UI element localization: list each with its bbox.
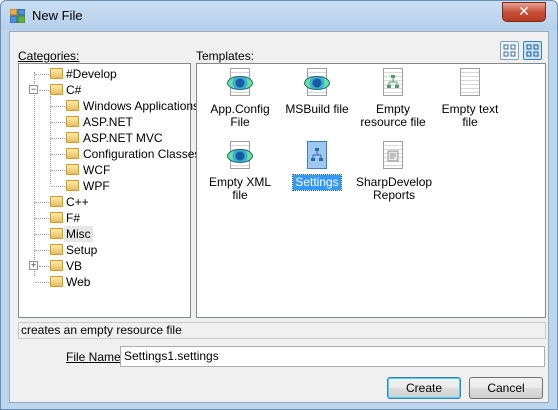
tree-item-label: Setup xyxy=(66,243,98,257)
expand-icon[interactable]: + xyxy=(29,261,38,270)
tree-item-label: WPF xyxy=(83,179,110,193)
template-empty-resource-file[interactable]: Empty resource file xyxy=(354,67,432,130)
title-bar[interactable]: New File ✕ xyxy=(1,1,557,30)
template-settings[interactable]: Settings xyxy=(278,140,356,191)
cancel-button[interactable]: Cancel xyxy=(469,377,543,399)
template-app-config-file[interactable]: App.Config File xyxy=(201,67,279,130)
tree-item-wcf[interactable]: WCF xyxy=(19,162,189,178)
template-msbuild-file[interactable]: MSBuild file xyxy=(278,67,356,117)
open-folder-icon xyxy=(50,228,63,239)
settings-file-icon xyxy=(301,140,333,172)
categories-tree[interactable]: #Develop − C# Windows Applications ASP.N… xyxy=(18,63,200,318)
template-label: Empty text file xyxy=(441,102,499,129)
xml-eye-icon xyxy=(301,67,333,99)
folder-icon xyxy=(50,196,63,207)
tree-item-label: Configuration Classes xyxy=(83,147,201,161)
tree-item-web[interactable]: Web xyxy=(19,274,189,290)
template-label: SharpDevelop Reports xyxy=(356,175,433,202)
template-label: Settings xyxy=(292,174,342,191)
tree-item-label: ASP.NET xyxy=(83,115,133,129)
small-icons-view-button[interactable] xyxy=(523,41,542,60)
folder-icon xyxy=(66,164,79,175)
folder-icon xyxy=(66,132,79,143)
folder-icon xyxy=(66,180,79,191)
close-button[interactable]: ✕ xyxy=(502,2,546,22)
tree-item-label: Misc xyxy=(64,226,93,242)
tree-item-label: C++ xyxy=(66,195,89,209)
new-file-dialog: New File ✕ Categories: Templates: #Devel… xyxy=(0,0,558,410)
collapse-icon[interactable]: − xyxy=(29,85,38,94)
tree-item-label: ASP.NET MVC xyxy=(83,131,163,145)
tree-item-label: VB xyxy=(66,259,83,273)
folder-icon xyxy=(66,148,79,159)
tree-item-label: WCF xyxy=(83,163,111,177)
dialog-client-area: Categories: Templates: #Develop − C# Win… xyxy=(9,31,549,403)
open-folder-icon xyxy=(50,84,63,95)
folder-icon xyxy=(50,212,63,223)
folder-icon xyxy=(50,68,63,79)
tree-item-label: C# xyxy=(66,83,82,97)
tree-item-vb[interactable]: + VB xyxy=(19,258,189,274)
tree-item-configuration-classes[interactable]: Configuration Classes xyxy=(19,146,200,162)
folder-icon xyxy=(50,276,63,287)
tree-item-fsharp[interactable]: F# xyxy=(19,210,189,226)
file-name-label: File Name xyxy=(66,350,121,364)
template-sharpdevelop-reports[interactable]: SharpDevelop Reports xyxy=(354,140,432,203)
folder-icon xyxy=(66,116,79,127)
resource-file-icon xyxy=(377,67,409,99)
window-title: New File xyxy=(32,8,83,23)
folder-icon xyxy=(50,260,63,271)
tree-item-wpf[interactable]: WPF xyxy=(19,178,189,194)
tree-item-label: F# xyxy=(66,211,81,225)
categories-label: Categories: xyxy=(18,49,80,63)
template-label: App.Config File xyxy=(210,102,270,129)
template-empty-xml-file[interactable]: Empty XML file xyxy=(201,140,279,203)
xml-eye-icon xyxy=(224,67,256,99)
large-icons-icon xyxy=(503,44,516,57)
tree-item-aspnet[interactable]: ASP.NET xyxy=(19,114,189,130)
template-empty-text-file[interactable]: Empty text file xyxy=(431,67,509,130)
template-label: Empty resource file xyxy=(360,102,426,129)
templates-label: Templates: xyxy=(196,49,255,63)
small-icons-icon xyxy=(526,44,539,57)
create-button[interactable]: Create xyxy=(387,377,461,399)
description-status: creates an empty resource file xyxy=(18,322,546,339)
large-icons-view-button[interactable] xyxy=(500,41,519,60)
tree-item-label: #Develop xyxy=(66,67,117,81)
tree-item-setup[interactable]: Setup xyxy=(19,242,189,258)
folder-icon xyxy=(66,100,79,111)
tree-item-misc[interactable]: Misc xyxy=(19,226,189,242)
tree-item-cpp[interactable]: C++ xyxy=(19,194,189,210)
tree-item-windows-applications[interactable]: Windows Applications xyxy=(19,98,199,114)
template-label: MSBuild file xyxy=(285,102,349,116)
tree-item-csharp[interactable]: − C# xyxy=(19,82,189,98)
xml-eye-icon xyxy=(224,140,256,172)
close-icon: ✕ xyxy=(518,3,530,19)
tree-item-aspnet-mvc[interactable]: ASP.NET MVC xyxy=(19,130,189,146)
text-file-icon xyxy=(454,67,486,99)
tree-item-develop[interactable]: #Develop xyxy=(19,66,189,82)
tree-item-label: Windows Applications xyxy=(83,99,200,113)
templates-list[interactable]: App.Config File MSBuild file Empty resou… xyxy=(196,63,546,318)
folder-icon xyxy=(50,244,63,255)
report-file-icon xyxy=(377,140,409,172)
tree-item-label: Web xyxy=(66,275,91,289)
new-file-app-icon xyxy=(10,9,25,23)
template-label: Empty XML file xyxy=(208,175,271,202)
file-name-input[interactable]: Settings1.settings xyxy=(120,346,545,367)
